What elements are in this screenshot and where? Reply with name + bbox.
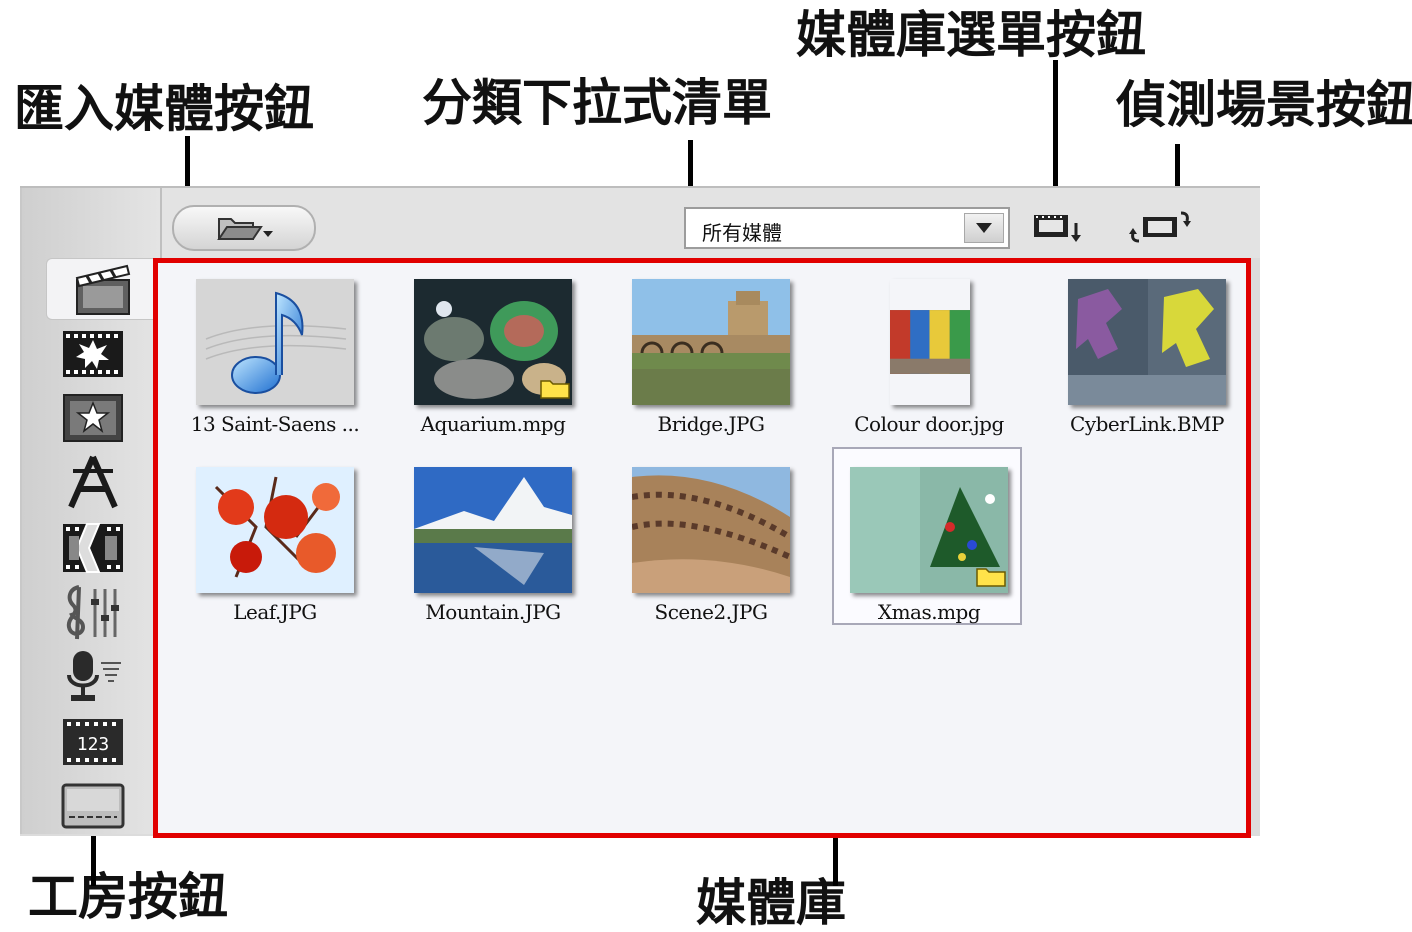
chapter-icon: 123 <box>63 719 123 765</box>
annotation-library-menu-button: 媒體庫選單按鈕 <box>796 5 1146 64</box>
chevron-down-icon <box>263 231 273 237</box>
subtitle-icon <box>61 783 125 829</box>
colour-door-thumbnail <box>890 310 970 374</box>
room-button-media[interactable] <box>46 258 159 320</box>
media-item-name: Scene2.JPG <box>654 600 769 624</box>
media-item-name: Mountain.JPG <box>425 600 561 624</box>
media-item[interactable]: Leaf.JPG <box>180 455 370 625</box>
media-item[interactable]: 13 Saint-Saens ... <box>180 267 370 437</box>
room-button-subtitle[interactable] <box>58 776 128 836</box>
annotation-category-dropdown: 分類下拉式清單 <box>422 73 772 132</box>
library-menu-button[interactable] <box>1032 210 1084 244</box>
microphone-icon <box>67 651 121 701</box>
music-note-icon <box>196 279 354 405</box>
burst-effect-icon <box>63 331 123 377</box>
cyberlink-thumbnail <box>1068 279 1226 405</box>
annotation-import-media-button: 匯入媒體按鈕 <box>14 79 314 138</box>
audio-mixer-icon <box>66 585 119 640</box>
room-button-overlay[interactable] <box>58 388 128 448</box>
scene-detect-icon <box>1129 211 1191 243</box>
media-item-name: Leaf.JPG <box>233 600 317 624</box>
media-item[interactable]: Scene2.JPG <box>616 455 806 625</box>
media-item[interactable]: Colour door.jpg <box>834 267 1024 437</box>
transition-icon <box>63 523 123 573</box>
room-button-effects[interactable] <box>58 324 128 384</box>
title-letter-icon <box>68 455 118 509</box>
chevron-down-icon <box>976 223 992 233</box>
folder-icon <box>976 568 1006 587</box>
media-item-name: Xmas.mpg <box>877 600 981 624</box>
media-library[interactable]: 13 Saint-Saens ... Aquarium.mpg Bridge.J… <box>153 258 1251 838</box>
media-item-name: Bridge.JPG <box>657 412 765 436</box>
detect-scene-button[interactable] <box>1128 206 1194 246</box>
folder-open-icon <box>217 218 273 240</box>
media-item-name: 13 Saint-Saens ... <box>190 412 360 436</box>
room-button-voice-over[interactable] <box>58 646 128 706</box>
category-dropdown-value: 所有媒體 <box>702 221 782 245</box>
mountain-thumbnail <box>414 467 572 593</box>
media-item[interactable]: Mountain.JPG <box>398 455 588 625</box>
media-item-name: Colour door.jpg <box>854 412 1004 436</box>
folder-icon <box>540 380 570 399</box>
media-item-selected[interactable]: Xmas.mpg <box>832 447 1024 625</box>
scene2-thumbnail <box>632 467 790 593</box>
room-button-chapter[interactable]: 123 <box>58 712 128 772</box>
clapperboard-icon <box>75 264 131 315</box>
room-button-title[interactable] <box>58 452 128 512</box>
media-item[interactable]: CyberLink.BMP <box>1052 267 1242 437</box>
film-down-icon <box>1034 215 1081 242</box>
annotation-media-library: 媒體庫 <box>696 873 846 932</box>
annotation-room-buttons: 工房按鈕 <box>28 867 228 926</box>
star-overlay-icon <box>63 394 123 442</box>
room-button-audio-mixer[interactable] <box>58 582 128 642</box>
leaf-thumbnail <box>196 467 354 593</box>
category-dropdown[interactable]: 所有媒體 <box>684 207 1010 249</box>
media-item-name: CyberLink.BMP <box>1070 412 1224 436</box>
bridge-thumbnail <box>632 279 790 405</box>
room-button-transition[interactable] <box>58 518 128 578</box>
import-media-button[interactable] <box>172 205 316 251</box>
media-item-name: Aquarium.mpg <box>420 412 566 436</box>
media-item[interactable]: Aquarium.mpg <box>398 267 588 437</box>
annotation-detect-scene-button: 偵測場景按鈕 <box>1116 75 1412 134</box>
media-item[interactable]: Bridge.JPG <box>616 267 806 437</box>
dropdown-arrow-button[interactable] <box>964 213 1004 243</box>
chapter-icon-label: 123 <box>77 734 110 755</box>
